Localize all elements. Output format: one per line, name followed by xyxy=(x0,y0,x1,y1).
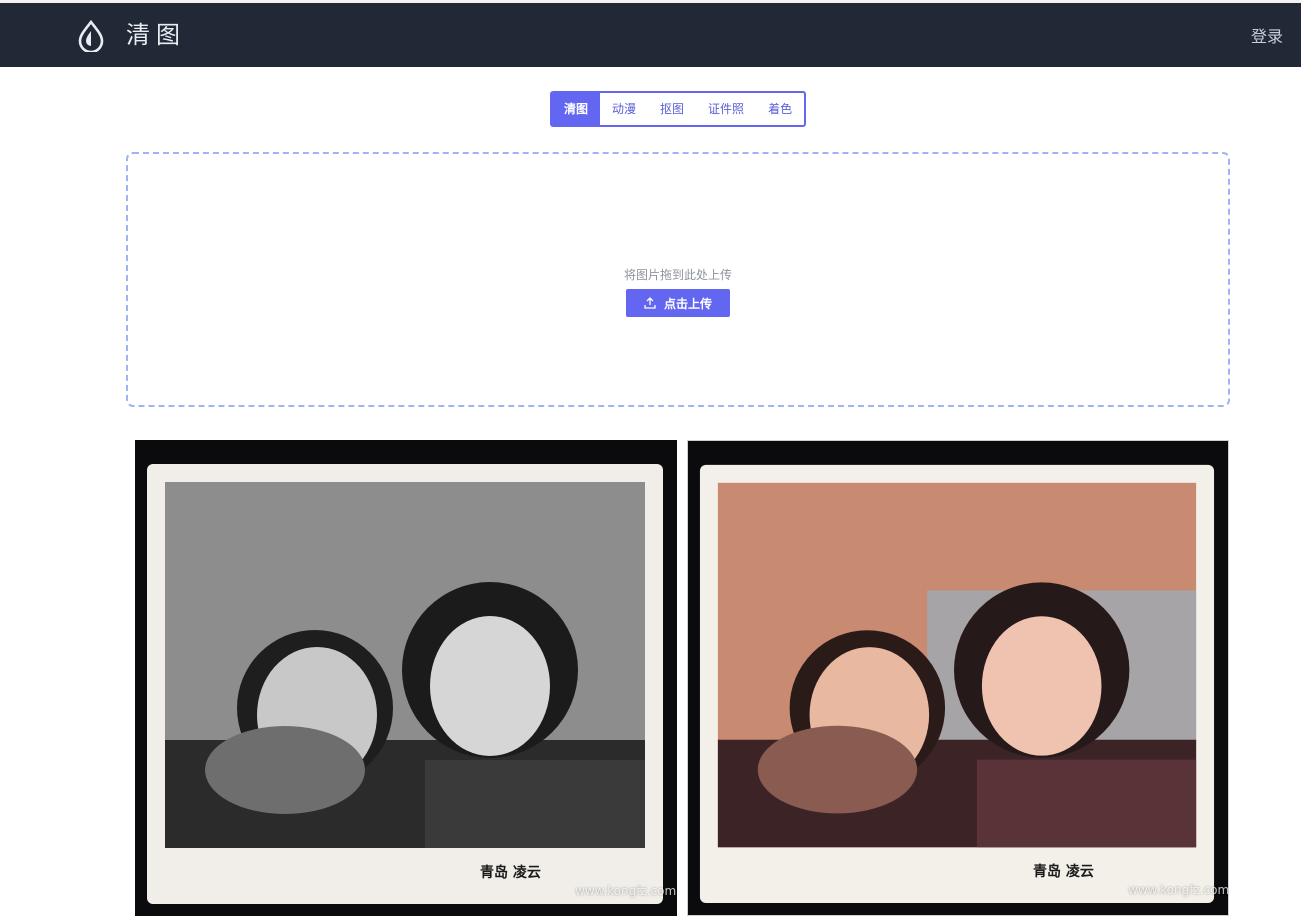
watermark: www.kongfz.com xyxy=(575,884,677,898)
upload-dropzone[interactable]: 将图片拖到此处上传 点击上传 xyxy=(126,152,1230,407)
example-before-image: 青岛 凌云 www.kongfz.com xyxy=(135,440,677,916)
water-drop-icon[interactable] xyxy=(77,19,105,54)
login-link[interactable]: 登录 xyxy=(1251,25,1283,49)
upload-icon xyxy=(644,297,656,309)
upload-button[interactable]: 点击上传 xyxy=(626,289,730,317)
app-name[interactable]: 清图 xyxy=(126,19,186,51)
drop-hint: 将图片拖到此处上传 xyxy=(623,268,732,282)
tab-colorize[interactable]: 着色 xyxy=(756,93,804,125)
tab-enhance[interactable]: 清图 xyxy=(552,93,601,125)
upload-button-label: 点击上传 xyxy=(663,296,712,311)
mode-tabs: 清图 动漫 抠图 证件照 着色 xyxy=(550,91,807,127)
watermark: www.kongfz.com xyxy=(1128,883,1229,897)
tab-id-photo[interactable]: 证件照 xyxy=(696,93,756,125)
top-navbar: 清图 登录 xyxy=(0,0,1301,67)
example-after-image: 青岛 凌云 www.kongfz.com xyxy=(687,440,1229,916)
tab-cutout[interactable]: 抠图 xyxy=(648,93,696,125)
photo-studio-brand: 青岛 凌云 xyxy=(480,865,541,881)
tab-anime[interactable]: 动漫 xyxy=(600,93,648,125)
photo-studio-brand: 青岛 凌云 xyxy=(1033,864,1094,880)
